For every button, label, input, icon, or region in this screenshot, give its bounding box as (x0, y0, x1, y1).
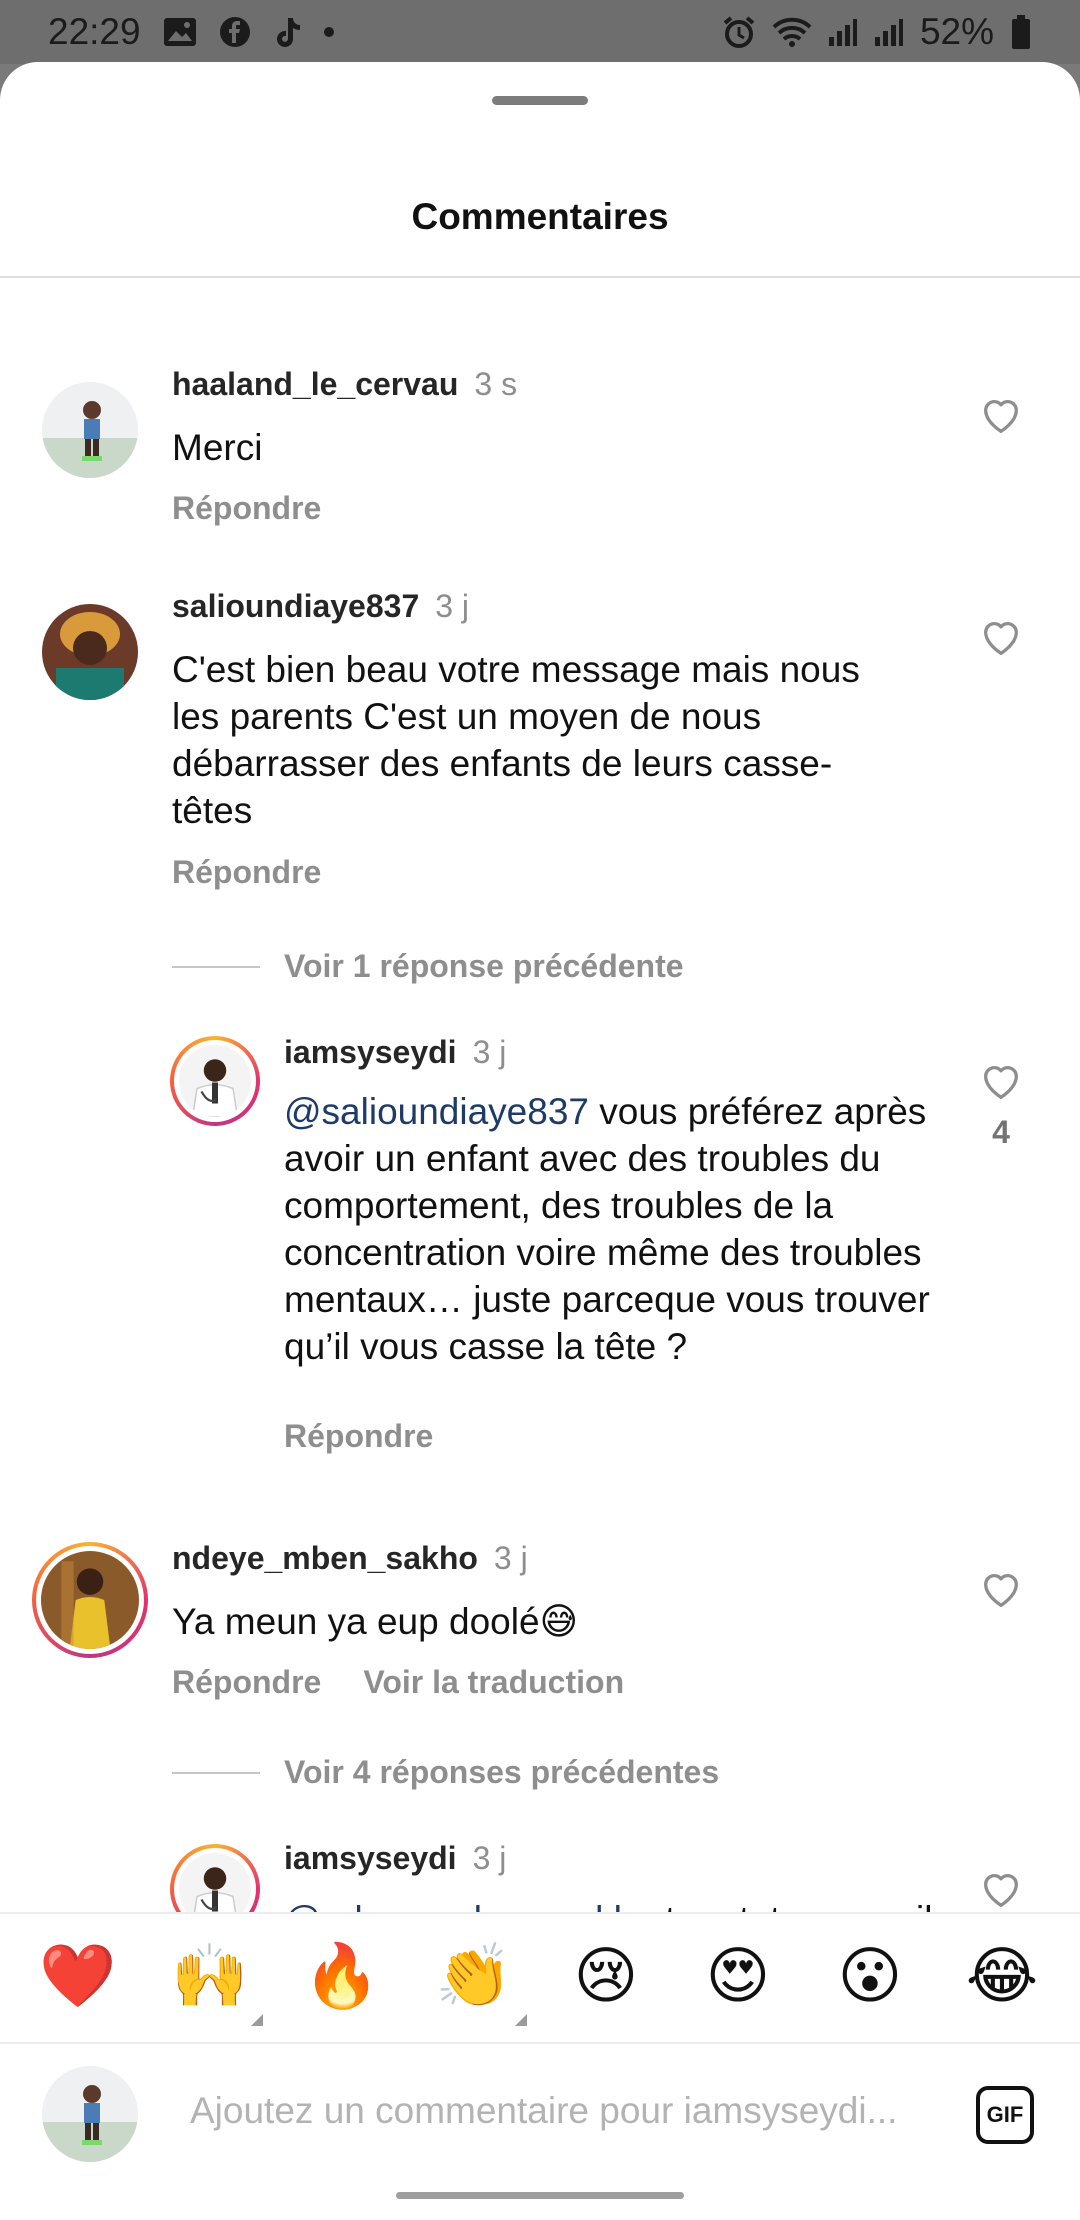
like-heart-icon[interactable] (978, 1566, 1024, 1612)
sheet-title: Commentaires (411, 196, 669, 237)
like-heart-icon[interactable] (978, 392, 1024, 438)
emoji-heart-eyes[interactable]: 😍 (693, 1946, 783, 2008)
status-time: 22:29 (48, 11, 141, 52)
username-text[interactable]: haaland_le_cervau (172, 366, 458, 402)
reply-button[interactable]: Répondre (172, 490, 321, 527)
gallery-icon (163, 17, 197, 47)
comments-sheet: Commentaires haaland_le_cervau 3 s Merci Ré… (0, 62, 1080, 2220)
emoji-raised-hands[interactable]: 🙌 (165, 1946, 263, 2026)
home-indicator[interactable] (396, 2192, 684, 2199)
signal-icon (828, 17, 858, 47)
like-heart-icon[interactable] (978, 614, 1024, 660)
comment-time: 3 j (472, 1840, 507, 1876)
comment-username[interactable]: iamsyseydi 3 j (284, 1840, 506, 1877)
comment-text: Ya meun ya eup doolé😅 (172, 1601, 579, 1642)
comment-time: 3 j (435, 588, 470, 624)
comment-actions: Répondre (172, 490, 321, 527)
comments-list[interactable]: haaland_le_cervau 3 s Merci Répondre salioun… (0, 278, 1080, 1912)
comment-composer: Ajoutez un commentaire pour iamsyseydi..… (0, 2042, 1080, 2190)
emoji-crying[interactable]: 😢 (561, 1946, 651, 2008)
like-count: 4 (992, 1114, 1010, 1150)
composer-avatar (42, 2066, 138, 2162)
wifi-icon (772, 16, 812, 48)
comment-username[interactable]: ndeye_mben_sakho 3 j (172, 1540, 528, 1577)
reply-button[interactable]: Répondre (172, 854, 321, 891)
avatar[interactable] (42, 382, 138, 478)
view-previous-replies[interactable]: Voir 1 réponse précédente (172, 948, 684, 985)
mention-link[interactable]: @salioundiaye837 (284, 1091, 589, 1132)
avatar[interactable] (32, 1542, 148, 1658)
comment-username[interactable]: iamsyseydi 3 j (284, 1034, 506, 1071)
emoji-clapping[interactable]: 👏 (429, 1946, 527, 2026)
tiktok-icon (273, 16, 301, 48)
emoji-laughing[interactable]: 😂 (957, 1946, 1047, 2008)
comment-time: 3 s (474, 366, 518, 402)
like-heart-icon[interactable] (978, 1866, 1024, 1912)
username-text[interactable]: salioundiaye837 (172, 588, 419, 624)
comment-actions: Répondre Voir la traduction (172, 1664, 624, 1701)
status-bar: 22:29 52% (0, 0, 1080, 64)
comment-time: 3 j (493, 1540, 528, 1576)
avatar[interactable] (170, 1036, 260, 1126)
avatar[interactable] (42, 604, 138, 700)
comment-time: 3 j (472, 1034, 507, 1070)
comment-text: @ndeye_mben_sakho trop tot pour quil soi… (284, 1896, 934, 1912)
username-text[interactable]: iamsyseydi (284, 1840, 457, 1876)
emoji-quick-bar: ❤️ 🙌 🔥 👏 😢 😍 😮 😂 (0, 1912, 1080, 2040)
dot-icon (323, 26, 335, 38)
emoji-surprised[interactable]: 😮 (825, 1946, 915, 2008)
mention-link[interactable]: @ndeye_mben_sakho (284, 1899, 655, 1912)
comment-actions: Répondre (172, 854, 321, 891)
comment-actions: Répondre (284, 1418, 433, 1455)
drag-handle[interactable] (492, 96, 588, 105)
comment-text: Merci (172, 427, 263, 468)
comment-text: @salioundiaye837 vous préférez après avo… (284, 1091, 930, 1367)
emoji-heart[interactable]: ❤️ (33, 1946, 123, 2008)
alarm-icon (722, 15, 756, 49)
view-previous-replies[interactable]: Voir 4 réponses précédentes (172, 1754, 719, 1791)
facebook-icon (219, 16, 251, 48)
username-text[interactable]: iamsyseydi (284, 1034, 457, 1070)
translate-button[interactable]: Voir la traduction (363, 1664, 624, 1701)
avatar[interactable] (170, 1844, 260, 1912)
reply-button[interactable]: Répondre (172, 1664, 321, 1701)
gif-button[interactable]: GIF (976, 2086, 1034, 2144)
view-replies-label[interactable]: Voir 1 réponse précédente (284, 948, 684, 985)
reply-button[interactable]: Répondre (284, 1418, 433, 1455)
comment-username[interactable]: salioundiaye837 3 j (172, 588, 469, 625)
like-heart-icon[interactable] (978, 1058, 1024, 1104)
username-text[interactable]: ndeye_mben_sakho (172, 1540, 478, 1576)
comment-input[interactable]: Ajoutez un commentaire pour iamsyseydi..… (190, 2090, 936, 2132)
signal-icon (874, 17, 904, 47)
emoji-fire[interactable]: 🔥 (297, 1946, 387, 2008)
comment-text: C'est bien beau votre message mais nous … (172, 649, 860, 831)
comment-username[interactable]: haaland_le_cervau 3 s (172, 366, 517, 403)
battery-icon (1010, 14, 1032, 50)
view-replies-label[interactable]: Voir 4 réponses précédentes (284, 1754, 719, 1791)
battery-percent: 52% (919, 11, 994, 52)
